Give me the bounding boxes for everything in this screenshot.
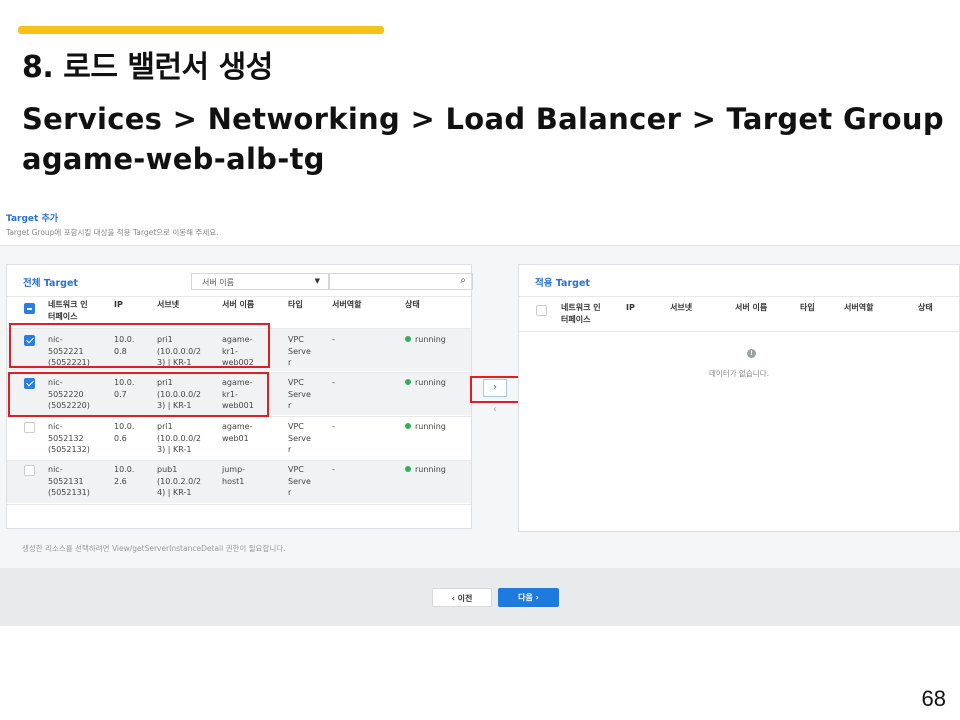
highlight-box-row1 [9, 323, 270, 368]
move-left-button[interactable]: ‹ [483, 402, 507, 420]
permission-note: 생성한 리소스를 선택하려면 View/getServerInstanceDet… [22, 544, 286, 553]
section-header: Target 추가 Target Group에 포함시킬 대상을 적용 Targ… [0, 206, 960, 246]
status-running-icon [405, 466, 411, 472]
previous-button[interactable]: ‹ 이전 [432, 588, 492, 607]
cell-role: - [332, 378, 335, 387]
status-running-icon [405, 423, 411, 429]
row-checkbox[interactable] [24, 465, 35, 476]
cell-role: - [332, 465, 335, 474]
select-all-checkbox[interactable] [24, 303, 35, 314]
info-icon: ! [747, 349, 756, 358]
wizard-footer: ‹ 이전 다음 › [0, 568, 960, 626]
cell-status: running [405, 334, 446, 346]
title-accent-bar [18, 26, 384, 34]
cell-ip: 10.0. 0.6 [114, 422, 135, 443]
col-header-server-name: 서버 이름 [735, 303, 768, 312]
cell-status: running [405, 464, 446, 476]
cell-type: VPC Serve r [288, 422, 311, 454]
highlight-box-row2 [8, 372, 269, 417]
console-screenshot: Target 추가 Target Group에 포함시킬 대상을 적용 Targ… [0, 206, 960, 626]
status-text: running [415, 422, 446, 431]
cell-type: VPC Serve r [288, 335, 311, 367]
status-running-icon [405, 336, 411, 342]
search-icon[interactable]: ⌕ [460, 275, 466, 286]
col-header-ip: IP [626, 303, 635, 312]
cell-role: - [332, 422, 335, 431]
filter-selected-value: 서버 이름 [202, 278, 234, 287]
status-text: running [415, 465, 446, 474]
filter-select[interactable]: 서버 이름 ▼ [191, 273, 329, 290]
applied-targets-panel: 적용 Target 네트워크 인 터페이스 IP 서브넷 서버 이름 타입 서버… [518, 264, 960, 532]
applied-targets-title: 적용 Target [535, 278, 590, 289]
header-divider [519, 331, 959, 332]
cell-ip: 10.0. 2.6 [114, 465, 135, 486]
col-header-type: 타입 [288, 300, 303, 309]
search-input[interactable]: ⌕ [329, 273, 473, 290]
col-header-type: 타입 [800, 303, 815, 312]
page-number: 68 [921, 686, 946, 711]
col-header-role: 서버역할 [844, 303, 874, 312]
col-header-status: 상태 [405, 300, 420, 309]
col-header-subnet: 서브넷 [670, 303, 693, 312]
status-text: running [415, 378, 446, 387]
section-title: Target 추가 [6, 214, 59, 224]
cell-nic: nic- 5052132 (5052132) [48, 422, 90, 454]
cell-subnet: pri1 (10.0.0.0/2 3) | KR-1 [157, 422, 201, 454]
cell-status: running [405, 377, 446, 389]
cell-subnet: pub1 (10.0.2.0/2 4) | KR-1 [157, 465, 201, 497]
select-all-checkbox[interactable] [536, 305, 547, 316]
col-header-ip: IP [114, 300, 123, 309]
col-header-role: 서버역할 [332, 300, 362, 309]
row-divider [7, 504, 471, 505]
col-header-status: 상태 [918, 303, 933, 312]
move-right-button[interactable]: › [483, 379, 507, 397]
empty-state-text: 데이터가 없습니다. [709, 369, 769, 378]
navigation-path: Services > Networking > Load Balancer > … [22, 102, 944, 136]
next-button[interactable]: 다음 › [498, 588, 559, 607]
all-targets-title: 전체 Target [23, 278, 78, 289]
cell-server-name: agame- web01 [222, 422, 253, 443]
status-running-icon [405, 379, 411, 385]
col-header-nic: 네트워크 인 터페이스 [561, 303, 601, 324]
cell-type: VPC Serve r [288, 378, 311, 410]
col-header-nic: 네트워크 인 터페이스 [48, 300, 88, 321]
col-header-server-name: 서버 이름 [222, 300, 255, 309]
section-description: Target Group에 포함시킬 대상을 적용 Target으로 이동해 주… [6, 228, 219, 237]
status-text: running [415, 335, 446, 344]
all-targets-header: 전체 Target 서버 이름 ▼ ⌕ [7, 265, 473, 297]
target-group-name: agame-web-alb-tg [22, 142, 325, 176]
cell-nic: nic- 5052131 (5052131) [48, 465, 90, 497]
cell-role: - [332, 335, 335, 344]
cell-server-name: jump- host1 [222, 465, 246, 486]
cell-type: VPC Serve r [288, 465, 311, 497]
col-header-subnet: 서브넷 [157, 300, 180, 309]
cell-status: running [405, 421, 446, 433]
slide-title: 8. 로드 밸런서 생성 [22, 50, 273, 85]
chevron-down-icon: ▼ [314, 277, 320, 285]
row-checkbox[interactable] [24, 422, 35, 433]
applied-targets-header: 적용 Target [519, 265, 959, 297]
